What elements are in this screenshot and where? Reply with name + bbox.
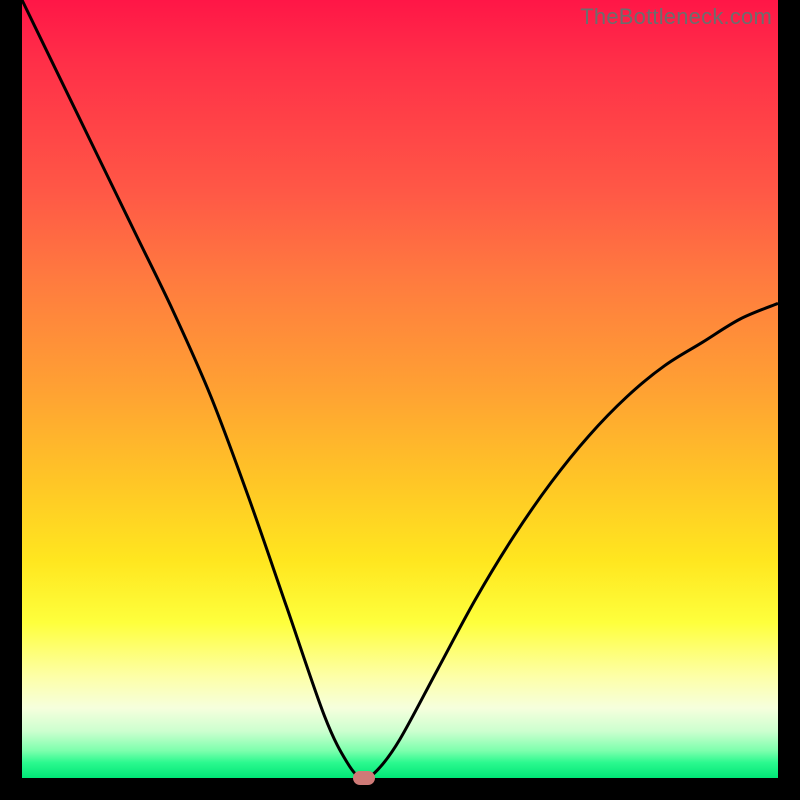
chart-frame: TheBottleneck.com (0, 0, 800, 800)
bottleneck-curve (22, 0, 778, 778)
plot-area: TheBottleneck.com (22, 0, 778, 778)
minimum-marker (353, 771, 375, 785)
curve-path (22, 0, 778, 778)
